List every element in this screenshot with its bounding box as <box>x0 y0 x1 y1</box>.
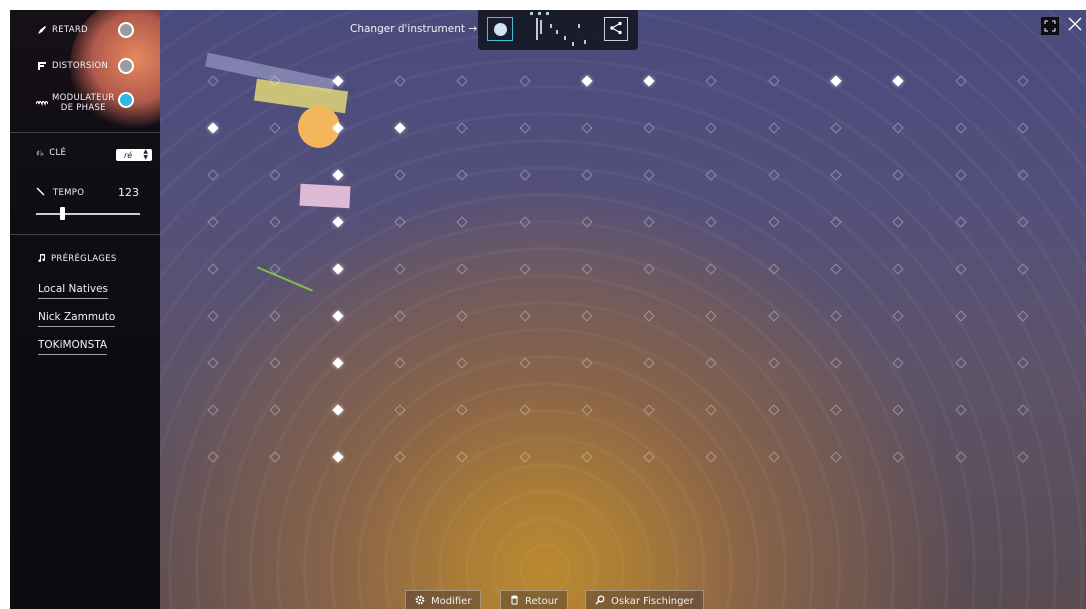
pen-icon <box>36 24 48 36</box>
effect-distortion-label: DISTORSION <box>52 61 109 71</box>
share-icon <box>609 20 623 39</box>
key-select[interactable]: ré ▲ ▼ <box>116 149 152 161</box>
preset-nick-zammuto[interactable]: Nick Zammuto <box>38 311 116 327</box>
instrument-button[interactable] <box>487 17 513 41</box>
effect-phaser-toggle[interactable] <box>118 92 134 108</box>
key-label: CLÉ <box>49 148 67 158</box>
sequencer-stage: Changer d'instrument → Modifier Retour O… <box>160 10 1086 609</box>
mini-grid-mark <box>584 40 586 44</box>
edit-button[interactable]: Modifier <box>405 590 482 609</box>
effect-phaser-label-line2: DE PHASE <box>60 103 106 113</box>
mini-grid-mark <box>540 20 542 34</box>
mini-grid-mark <box>556 30 558 34</box>
key-value: ré <box>124 150 133 160</box>
sidebar: RETARD DISTORSION MODULATEUR DE PHASE ♯♭ <box>10 10 160 609</box>
wave-icon <box>36 96 48 108</box>
sharp-flat-icon: ♯♭ <box>36 148 45 158</box>
change-instrument-label: Changer d'instrument → <box>350 23 478 35</box>
mini-grid-mark <box>538 12 541 15</box>
fullscreen-button[interactable] <box>1041 17 1059 35</box>
key-label-row: ♯♭ CLÉ <box>36 148 66 158</box>
presets-label: PRÉRÉGLAGES <box>51 254 117 264</box>
gear-icon <box>415 595 425 608</box>
metronome-icon <box>36 187 45 199</box>
sidebar-divider <box>10 234 160 235</box>
preset-tokimonsta[interactable]: TOKiMONSTA <box>38 339 108 355</box>
preset-local-natives[interactable]: Local Natives <box>38 283 109 299</box>
sidebar-divider <box>10 132 160 133</box>
close-button[interactable] <box>1065 15 1085 35</box>
tempo-slider-handle[interactable] <box>60 207 65 220</box>
edit-label: Modifier <box>431 596 472 607</box>
mini-grid-mark <box>530 12 533 15</box>
floating-pink-rect-shape <box>299 183 351 209</box>
effect-phaser-label: MODULATEUR DE PHASE <box>52 93 115 113</box>
effect-delay[interactable]: RETARD <box>36 18 88 42</box>
presets-heading: PRÉRÉGLAGES <box>37 253 117 265</box>
experiment-frame: RETARD DISTORSION MODULATEUR DE PHASE ♯♭ <box>10 10 1086 609</box>
mini-grid-mark <box>578 24 580 28</box>
mini-grid-mark <box>546 12 549 15</box>
mini-grid-mark <box>536 18 538 40</box>
mini-grid-mark <box>550 24 552 28</box>
close-icon <box>1068 16 1082 35</box>
tempo-label: TEMPO <box>53 188 85 198</box>
artist-label: Oskar Fischinger <box>611 596 694 607</box>
instrument-ball-icon <box>493 22 507 36</box>
search-icon <box>595 595 605 608</box>
music-note-icon <box>37 253 46 265</box>
artist-button[interactable]: Oskar Fischinger <box>585 590 704 609</box>
tempo-slider[interactable] <box>36 213 140 215</box>
effect-phaser[interactable]: MODULATEUR DE PHASE <box>36 90 115 120</box>
select-arrows-icon: ▲ ▼ <box>143 148 148 161</box>
tempo-label-row: TEMPO <box>36 187 84 199</box>
effect-phaser-label-line1: MODULATEUR <box>52 93 115 103</box>
share-button[interactable] <box>604 17 628 41</box>
flag-icon <box>36 60 48 72</box>
effect-delay-toggle[interactable] <box>118 22 134 38</box>
effect-distortion-toggle[interactable] <box>118 58 134 74</box>
tempo-value: 123 <box>118 186 139 199</box>
fullscreen-icon <box>1044 17 1056 36</box>
effect-distortion[interactable]: DISTORSION <box>36 54 108 78</box>
back-button[interactable]: Retour <box>500 590 569 609</box>
app: RETARD DISTORSION MODULATEUR DE PHASE ♯♭ <box>0 0 1086 609</box>
effect-delay-label: RETARD <box>52 25 88 35</box>
mini-grid-mark <box>564 36 566 40</box>
instrument-panel <box>478 10 638 50</box>
back-label: Retour <box>525 596 559 607</box>
mini-grid-mark <box>572 42 574 46</box>
trash-icon <box>510 595 519 608</box>
